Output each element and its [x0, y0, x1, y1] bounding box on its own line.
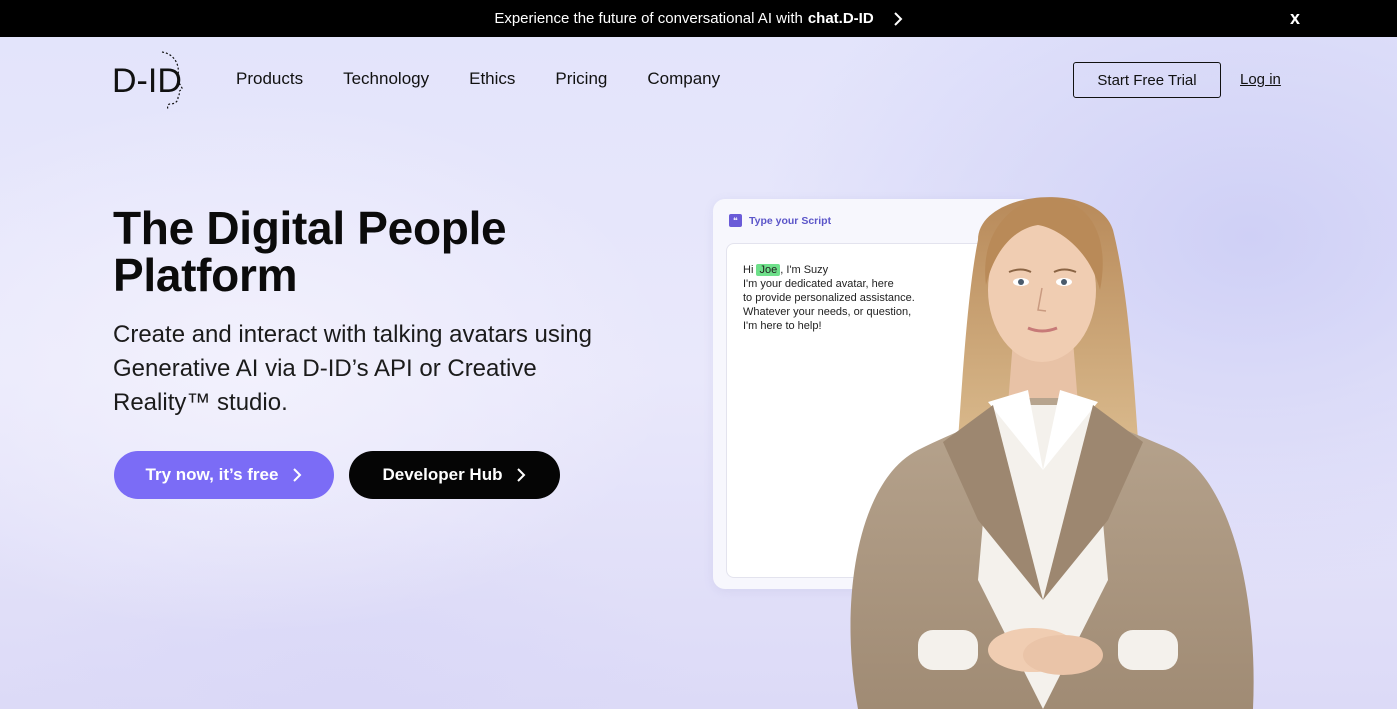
- chevron-right-icon[interactable]: [893, 11, 903, 27]
- avatar-image: [828, 180, 1268, 709]
- nav-ethics[interactable]: Ethics: [469, 69, 515, 89]
- start-free-trial-button[interactable]: Start Free Trial: [1073, 62, 1221, 98]
- script-card-header: ❝ Type your Script: [729, 214, 831, 227]
- try-now-label: Try now, it’s free: [145, 465, 279, 484]
- script-greeting-suffix: , I'm Suzy: [780, 264, 829, 276]
- script-icon: ❝: [729, 214, 742, 227]
- try-now-button[interactable]: Try now, it’s free: [114, 451, 334, 499]
- close-announcement-button[interactable]: x: [1290, 8, 1300, 29]
- hero-title-line1: The Digital People: [113, 202, 507, 254]
- announcement-bar[interactable]: Experience the future of conversational …: [0, 0, 1397, 37]
- hero-title-line2: Platform: [113, 249, 298, 301]
- script-line: I'm here to help!: [743, 320, 822, 332]
- nav-company[interactable]: Company: [647, 69, 720, 89]
- developer-hub-label: Developer Hub: [382, 465, 503, 484]
- hero-subtitle: Create and interact with talking avatars…: [113, 321, 592, 416]
- logo-text: D-ID: [112, 62, 182, 100]
- developer-hub-button[interactable]: Developer Hub: [349, 451, 560, 499]
- chevron-right-icon: [517, 468, 526, 482]
- nav-technology[interactable]: Technology: [343, 69, 429, 89]
- main-nav: Products Technology Ethics Pricing Compa…: [236, 69, 760, 89]
- nav-products[interactable]: Products: [236, 69, 303, 89]
- nav-pricing[interactable]: Pricing: [555, 69, 607, 89]
- hero-title: The Digital People Platform: [113, 205, 633, 299]
- login-link[interactable]: Log in: [1240, 71, 1281, 88]
- script-greeting: Hi: [743, 264, 754, 276]
- chevron-right-icon: [293, 468, 302, 482]
- script-card-title: Type your Script: [749, 214, 832, 227]
- announcement-brand[interactable]: chat.D-ID: [808, 10, 874, 27]
- script-highlight-name: Joe: [756, 264, 781, 276]
- announcement-text: Experience the future of conversational …: [494, 10, 803, 27]
- d-id-logo[interactable]: D-ID: [112, 48, 186, 112]
